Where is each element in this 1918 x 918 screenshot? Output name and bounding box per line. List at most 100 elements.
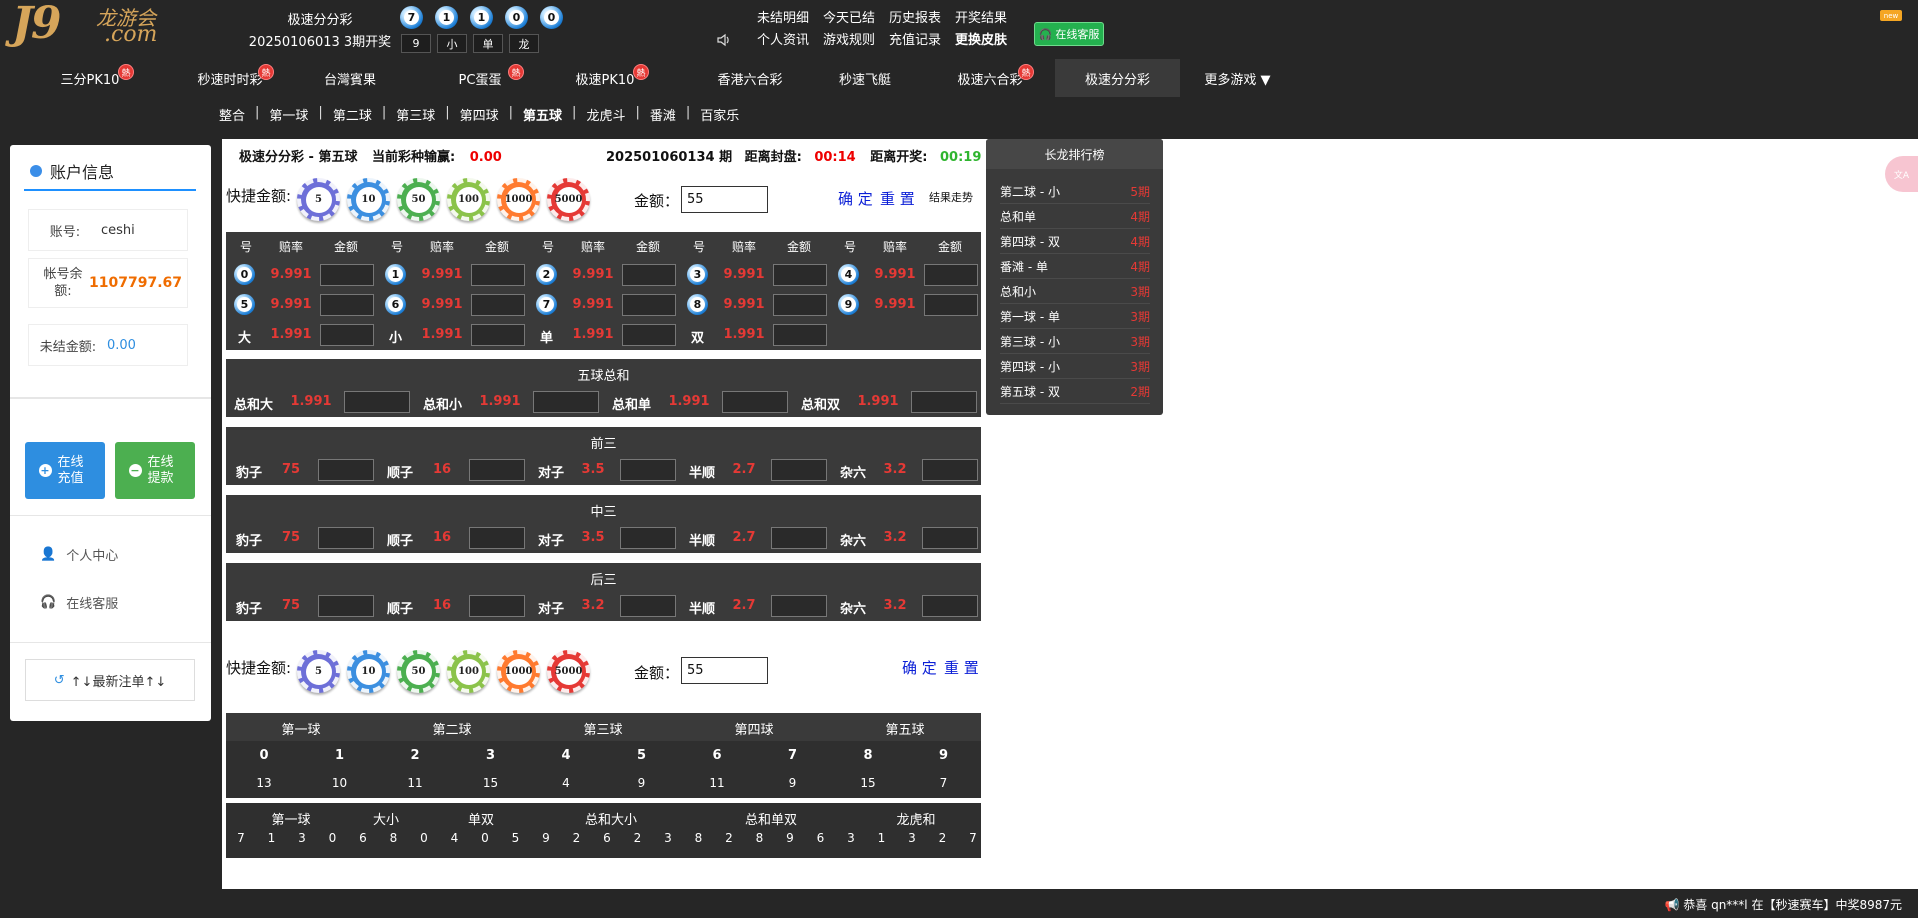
bet-amount-input[interactable] bbox=[773, 324, 827, 346]
history-tab[interactable]: 单双 bbox=[451, 809, 511, 828]
history-tab[interactable]: 龙虎和 bbox=[876, 809, 956, 828]
stats-ball-tab[interactable]: 第三球 bbox=[548, 719, 658, 738]
confirm-button[interactable]: 确 定 bbox=[838, 188, 873, 209]
stats-ball-tab[interactable]: 第五球 bbox=[850, 719, 960, 738]
chip-100[interactable]: 100 bbox=[447, 178, 490, 221]
link-today-settled[interactable]: 今天已结 bbox=[823, 7, 875, 26]
bet-amount-input[interactable] bbox=[924, 264, 978, 286]
bet-amount-input[interactable] bbox=[344, 391, 410, 413]
history-tab[interactable]: 大小 bbox=[356, 809, 416, 828]
bet-amount-input[interactable] bbox=[320, 264, 374, 286]
bet-amount-input[interactable] bbox=[924, 294, 978, 316]
bet-amount-input[interactable] bbox=[771, 459, 827, 481]
bet-amount-input[interactable] bbox=[773, 294, 827, 316]
bet-amount-input[interactable] bbox=[469, 527, 525, 549]
nav-item[interactable]: 三分PK10 熱 bbox=[40, 59, 140, 97]
nav-item[interactable]: 极速分分彩 bbox=[1055, 59, 1180, 97]
bet-amount-input[interactable] bbox=[469, 459, 525, 481]
sub-nav-item[interactable]: 第五球 bbox=[519, 105, 566, 124]
history-tab[interactable]: 第一球 bbox=[246, 809, 336, 828]
nav-item[interactable]: PC蛋蛋熱 bbox=[430, 59, 530, 97]
bet-amount-input[interactable] bbox=[771, 595, 827, 617]
link-history-report[interactable]: 历史报表 bbox=[889, 7, 941, 26]
nav-item[interactable]: 更多游戏 ▼ bbox=[1180, 59, 1295, 97]
bet-amount-input[interactable] bbox=[773, 264, 827, 286]
chip-5000[interactable]: 5000 bbox=[547, 178, 590, 221]
stats-ball-tab[interactable]: 第四球 bbox=[699, 719, 809, 738]
chip-1000[interactable]: 1000 bbox=[497, 178, 540, 221]
bet-amount-input[interactable] bbox=[320, 324, 374, 346]
bet-amount-input[interactable] bbox=[471, 264, 525, 286]
bet-amount-input[interactable] bbox=[620, 527, 676, 549]
chip-1000[interactable]: 1000 bbox=[497, 650, 540, 693]
chip-5000[interactable]: 5000 bbox=[547, 650, 590, 693]
chip-5[interactable]: 5 bbox=[297, 650, 340, 693]
sub-nav-item[interactable]: 龙虎斗 bbox=[582, 105, 629, 124]
bet-amount-input[interactable] bbox=[318, 527, 374, 549]
reset-button[interactable]: 重 置 bbox=[880, 188, 915, 209]
translate-icon[interactable]: 文A bbox=[1885, 156, 1918, 192]
bet-amount-input[interactable] bbox=[318, 595, 374, 617]
bet-amount-input[interactable] bbox=[771, 527, 827, 549]
chip-50[interactable]: 50 bbox=[397, 650, 440, 693]
chip-5[interactable]: 5 bbox=[297, 178, 340, 221]
chip-10[interactable]: 10 bbox=[347, 178, 390, 221]
number-ball: 2 bbox=[536, 264, 557, 285]
bet-amount-input[interactable] bbox=[922, 527, 978, 549]
link-unsettled[interactable]: 未结明细 bbox=[757, 7, 809, 26]
deposit-button[interactable]: + 在线充值 bbox=[25, 442, 105, 499]
chip-100[interactable]: 100 bbox=[447, 650, 490, 693]
stats-ball-tab[interactable]: 第二球 bbox=[397, 719, 507, 738]
bet-amount-input[interactable] bbox=[620, 595, 676, 617]
sub-nav-item[interactable]: 整合 bbox=[215, 105, 249, 124]
nav-item[interactable]: 秒速时时彩熱 bbox=[170, 59, 290, 97]
amount-input[interactable]: 55 bbox=[681, 657, 768, 684]
bet-amount-input[interactable] bbox=[320, 294, 374, 316]
link-personal-info[interactable]: 个人资讯 bbox=[757, 29, 809, 48]
nav-item[interactable]: 香港六合彩 bbox=[690, 59, 810, 97]
bet-amount-input[interactable] bbox=[471, 324, 525, 346]
bet-amount-input[interactable] bbox=[620, 459, 676, 481]
amount-input[interactable]: 55 bbox=[681, 186, 768, 213]
nav-item[interactable]: 极速PK10 熱 bbox=[555, 59, 655, 97]
withdraw-button[interactable]: − 在线提款 bbox=[115, 442, 195, 499]
online-service-link[interactable]: 🎧 在线客服 bbox=[40, 593, 118, 612]
bet-amount-input[interactable] bbox=[533, 391, 599, 413]
link-game-rules[interactable]: 游戏规则 bbox=[823, 29, 875, 48]
sub-nav-item[interactable]: 百家乐 bbox=[696, 105, 743, 124]
link-deposit-records[interactable]: 充值记录 bbox=[889, 29, 941, 48]
bet-amount-input[interactable] bbox=[722, 391, 788, 413]
nav-item[interactable]: 秒速飞艇 bbox=[815, 59, 915, 97]
history-tab[interactable]: 总和大小 bbox=[556, 809, 666, 828]
history-tab[interactable]: 总和单双 bbox=[716, 809, 826, 828]
sub-nav-item[interactable]: 第四球 bbox=[456, 105, 503, 124]
confirm-button[interactable]: 确 定 bbox=[902, 657, 937, 678]
stats-ball-tab[interactable]: 第一球 bbox=[246, 719, 356, 738]
reset-button[interactable]: 重 置 bbox=[944, 657, 979, 678]
bet-amount-input[interactable] bbox=[622, 324, 676, 346]
bet-amount-input[interactable] bbox=[922, 459, 978, 481]
nav-item[interactable]: 台灣賓果 bbox=[300, 59, 400, 97]
bet-amount-input[interactable] bbox=[318, 459, 374, 481]
bet-amount-input[interactable] bbox=[622, 264, 676, 286]
link-change-skin[interactable]: 更换皮肤 bbox=[955, 29, 1007, 48]
bet-amount-input[interactable] bbox=[469, 595, 525, 617]
personal-center-link[interactable]: 👤 个人中心 bbox=[40, 545, 118, 564]
sub-nav-item[interactable]: 番滩 bbox=[646, 105, 680, 124]
nav-item[interactable]: 极速六合彩熱 bbox=[940, 59, 1040, 97]
bet-amount-input[interactable] bbox=[622, 294, 676, 316]
speaker-icon[interactable] bbox=[716, 32, 732, 48]
bet-amount-input[interactable] bbox=[922, 595, 978, 617]
chip-10[interactable]: 10 bbox=[347, 650, 390, 693]
recent-bets-button[interactable]: ↺ ↑↓最新注单↑↓ bbox=[25, 659, 195, 701]
online-service-button[interactable]: 🎧 在线客服 bbox=[1034, 22, 1104, 46]
sub-nav-item[interactable]: 第二球 bbox=[329, 105, 376, 124]
trend-link[interactable]: 结果走势 bbox=[929, 189, 973, 205]
sub-nav-item[interactable]: 第一球 bbox=[265, 105, 312, 124]
sub-nav-item[interactable]: 第三球 bbox=[392, 105, 439, 124]
link-draw-results[interactable]: 开奖结果 bbox=[955, 7, 1007, 26]
amount-label: 金额： bbox=[634, 664, 680, 682]
bet-amount-input[interactable] bbox=[471, 294, 525, 316]
bet-amount-input[interactable] bbox=[911, 391, 977, 413]
chip-50[interactable]: 50 bbox=[397, 178, 440, 221]
